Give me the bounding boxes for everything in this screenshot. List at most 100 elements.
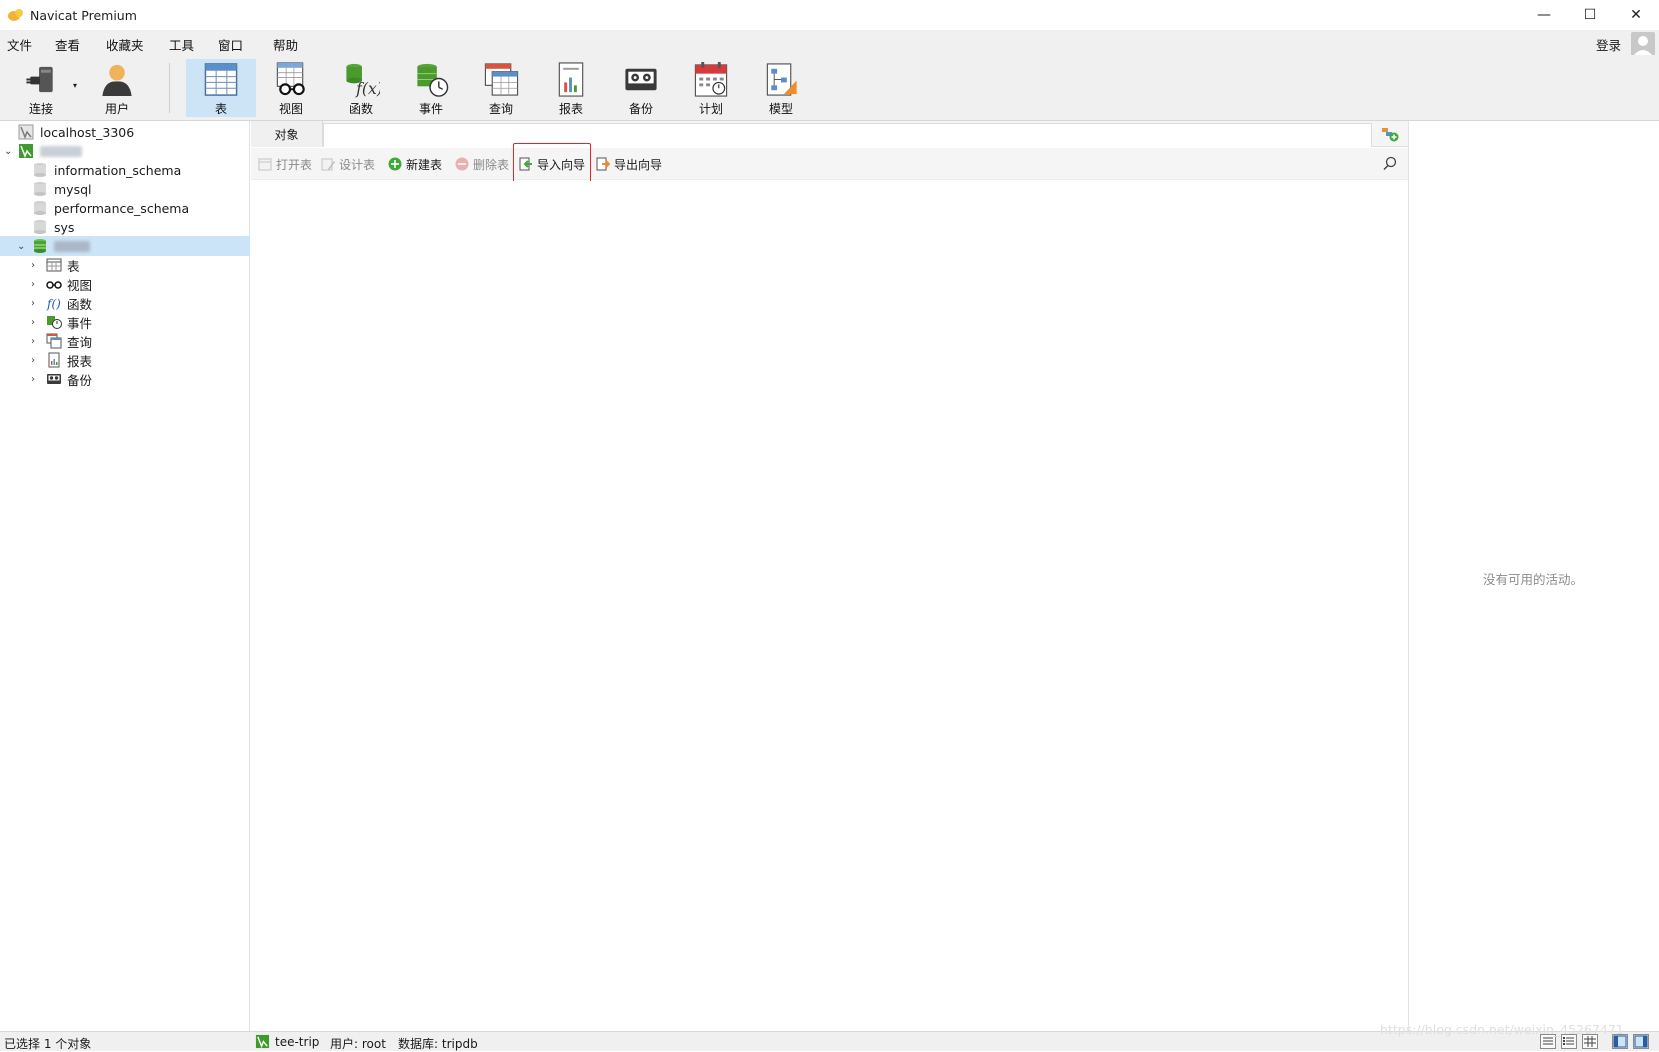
user-avatar-icon bbox=[1633, 36, 1653, 56]
design-table-icon bbox=[321, 158, 335, 171]
menu-bar: 文件 查看 收藏夹 工具 窗口 帮助 登录 bbox=[0, 30, 1659, 56]
chevron-right-icon[interactable]: › bbox=[31, 298, 35, 309]
object-toolbar: 打开表 设计表 新建表 删除表 导入向导 导出向导 bbox=[251, 148, 1408, 180]
chevron-right-icon[interactable]: › bbox=[31, 260, 35, 271]
category-label: 报表 bbox=[67, 353, 93, 369]
export-wizard-label: 导出向导 bbox=[614, 157, 663, 172]
toolbar-label: 计划 bbox=[698, 102, 723, 116]
tree-database[interactable]: sys bbox=[0, 217, 250, 237]
chevron-down-icon[interactable]: ⌄ bbox=[4, 146, 12, 157]
toolbar-model-button[interactable]: 模型 bbox=[746, 59, 816, 117]
object-list-area[interactable] bbox=[251, 181, 1408, 1031]
chevron-right-icon[interactable]: › bbox=[31, 279, 35, 290]
query-icon bbox=[46, 333, 62, 349]
new-table-button[interactable]: 新建表 bbox=[387, 155, 442, 173]
chevron-down-icon[interactable]: ⌄ bbox=[17, 241, 25, 252]
delete-table-button[interactable]: 删除表 bbox=[454, 155, 509, 173]
database-icon bbox=[34, 201, 46, 215]
tree-database[interactable]: information_schema bbox=[0, 160, 250, 180]
navigation-tree: localhost_3306 ⌄ information_schema mysq… bbox=[0, 121, 250, 1031]
right-pane-icon bbox=[1634, 1035, 1648, 1048]
toolbar-query-button[interactable]: 查询 bbox=[466, 59, 536, 117]
toolbar-label: 表 bbox=[214, 102, 227, 116]
tree-database-selected[interactable]: ⌄ bbox=[0, 236, 250, 256]
toolbar-table-button[interactable]: 表 bbox=[186, 59, 256, 117]
toolbar-backup-button[interactable]: 备份 bbox=[606, 59, 676, 117]
chevron-right-icon[interactable]: › bbox=[31, 336, 35, 347]
chevron-right-icon[interactable]: › bbox=[31, 374, 35, 385]
table-icon bbox=[204, 63, 238, 96]
connection-name: localhost_3306 bbox=[40, 124, 135, 140]
svg-text:f(x): f(x) bbox=[355, 80, 380, 98]
table-icon bbox=[46, 258, 62, 272]
watermark-text: https://blog.csdn.net/weixin_45267471 bbox=[1380, 1022, 1624, 1037]
backup-icon bbox=[625, 68, 657, 91]
function-icon: f(x) bbox=[346, 63, 380, 98]
toolbar-function-button[interactable]: f(x) 函数 bbox=[326, 59, 396, 117]
close-button[interactable]: ✕ bbox=[1613, 0, 1659, 30]
tree-category-reports[interactable]: › 报表 bbox=[0, 350, 250, 370]
toolbar-schedule-button[interactable]: 计划 bbox=[676, 59, 746, 117]
toolbar-event-button[interactable]: 事件 bbox=[396, 59, 466, 117]
tab-objects[interactable]: 对象 bbox=[251, 121, 323, 147]
database-name: sys bbox=[54, 219, 75, 235]
tree-connection-active[interactable]: ⌄ bbox=[0, 141, 250, 161]
database-status: 数据库: tripdb bbox=[398, 1037, 478, 1051]
category-label: 函数 bbox=[67, 296, 93, 312]
database-name: information_schema bbox=[54, 162, 182, 178]
connection-status: tee-trip bbox=[275, 1035, 320, 1049]
connection-icon bbox=[19, 144, 33, 159]
avatar[interactable] bbox=[1631, 32, 1655, 56]
database-icon bbox=[34, 220, 46, 234]
minimize-button[interactable]: — bbox=[1521, 0, 1567, 30]
category-label: 事件 bbox=[67, 315, 93, 331]
design-table-button[interactable]: 设计表 bbox=[320, 155, 375, 173]
toolbar-report-button[interactable]: 报表 bbox=[536, 59, 606, 117]
tree-category-tables[interactable]: › 表 bbox=[0, 255, 250, 275]
search-icon[interactable] bbox=[1382, 155, 1398, 171]
report-icon bbox=[558, 62, 584, 97]
main-toolbar: 连接 ▾ 用户 表 视图 f(x) bbox=[0, 55, 1659, 121]
tree-category-views[interactable]: › 视图 bbox=[0, 274, 250, 294]
menu-file[interactable]: 文件 bbox=[7, 35, 32, 54]
user-icon bbox=[102, 64, 132, 97]
query-icon bbox=[484, 63, 519, 96]
category-label: 表 bbox=[67, 258, 80, 274]
menu-view[interactable]: 查看 bbox=[55, 35, 80, 54]
toolbar-user-button[interactable]: 用户 bbox=[82, 59, 152, 117]
toolbar-view-button[interactable]: 视图 bbox=[256, 59, 326, 117]
navicat-logo-icon bbox=[8, 9, 23, 21]
toolbar-label: 连接 bbox=[28, 102, 53, 116]
toolbar-connection-button[interactable]: 连接 bbox=[6, 59, 76, 117]
toggle-info-pane-button[interactable] bbox=[1633, 1034, 1649, 1049]
menu-help[interactable]: 帮助 bbox=[273, 35, 298, 54]
event-clock-icon bbox=[417, 63, 449, 97]
new-tab-button[interactable] bbox=[1372, 121, 1408, 147]
tree-connection-localhost[interactable]: localhost_3306 bbox=[0, 122, 250, 142]
view-glasses-icon bbox=[276, 62, 305, 96]
menu-tools[interactable]: 工具 bbox=[169, 35, 194, 54]
open-table-button[interactable]: 打开表 bbox=[257, 155, 312, 173]
title-bar: Navicat Premium — ☐ ✕ bbox=[0, 0, 1659, 30]
export-icon bbox=[596, 157, 611, 171]
open-table-icon bbox=[258, 158, 272, 171]
tree-category-backups[interactable]: › 备份 bbox=[0, 369, 250, 389]
tree-category-functions[interactable]: › f() 函数 bbox=[0, 293, 250, 313]
tree-database[interactable]: mysql bbox=[0, 179, 250, 199]
login-link[interactable]: 登录 bbox=[1596, 35, 1621, 54]
toolbar-label: 查询 bbox=[488, 102, 513, 116]
tree-category-events[interactable]: › 事件 bbox=[0, 312, 250, 332]
connection-dropdown-icon[interactable]: ▾ bbox=[73, 81, 77, 90]
toolbar-label: 报表 bbox=[558, 102, 583, 116]
maximize-button[interactable]: ☐ bbox=[1567, 0, 1613, 30]
tree-category-queries[interactable]: › 查询 bbox=[0, 331, 250, 351]
menu-favorites[interactable]: 收藏夹 bbox=[106, 35, 144, 54]
toolbar-label: 视图 bbox=[278, 102, 303, 116]
chevron-right-icon[interactable]: › bbox=[31, 355, 35, 366]
chevron-right-icon[interactable]: › bbox=[31, 317, 35, 328]
tree-database[interactable]: performance_schema bbox=[0, 198, 250, 218]
export-wizard-button[interactable]: 导出向导 bbox=[595, 155, 662, 173]
report-icon bbox=[48, 352, 60, 368]
no-activity-text: 没有可用的活动。 bbox=[1483, 572, 1584, 587]
menu-window[interactable]: 窗口 bbox=[218, 35, 243, 54]
